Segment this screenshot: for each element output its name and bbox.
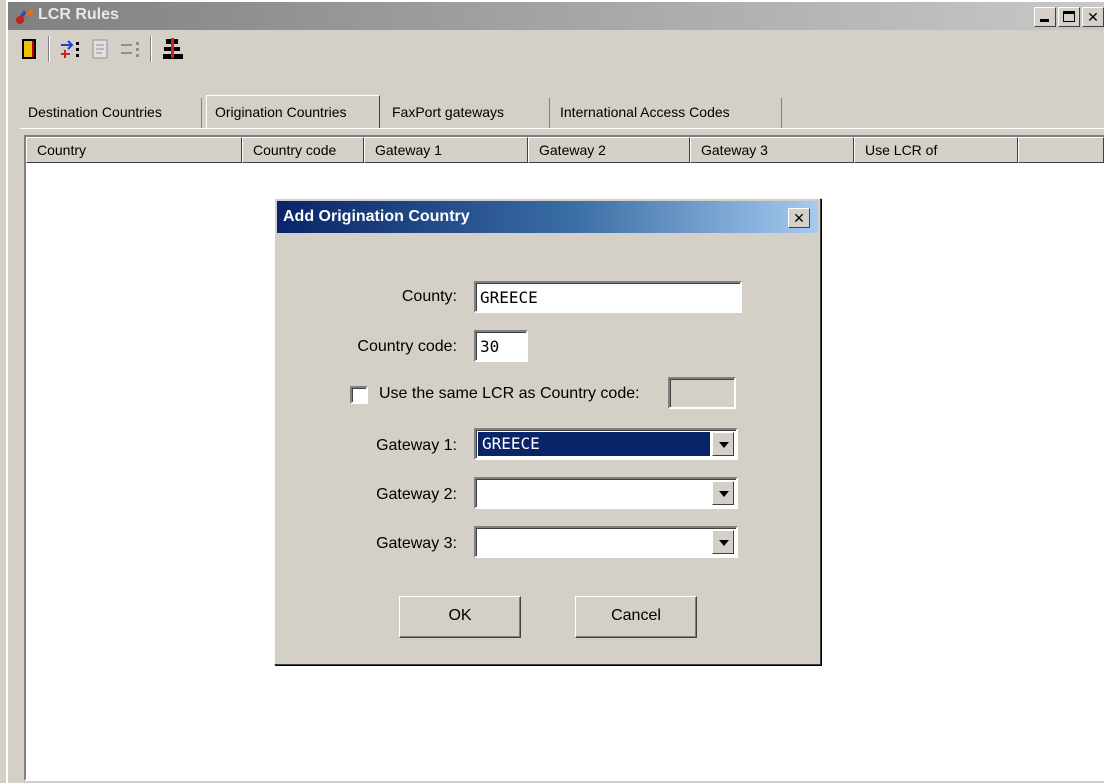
same-lcr-label: Use the same LCR as Country code: [379, 385, 640, 402]
gateway-1-value: GREECE [477, 431, 711, 457]
country-code-field[interactable]: 30 [474, 330, 528, 362]
tab-label: Destination Countries [28, 104, 162, 120]
tab-label: FaxPort gateways [392, 104, 505, 120]
column-header-gateway-2[interactable]: Gateway 2 [528, 137, 690, 163]
column-header-gateway-1[interactable]: Gateway 1 [364, 137, 528, 163]
minimize-icon [1040, 19, 1049, 22]
same-lcr-country-code-field[interactable] [668, 377, 736, 409]
gateway-3-select[interactable] [474, 526, 738, 558]
close-icon: ✕ [1087, 9, 1099, 25]
tab-label: International Access Codes [560, 104, 730, 120]
title-bar[interactable]: LCR Rules ✕ [8, 2, 1104, 30]
list-header: Country Country code Gateway 1 Gateway 2… [26, 137, 1104, 163]
close-button[interactable]: ✕ [1082, 7, 1104, 27]
dialog-title-bar[interactable]: Add Origination Country ✕ [277, 201, 818, 233]
tab-origination-countries[interactable]: Origination Countries [206, 95, 380, 128]
app-icon [16, 8, 34, 24]
exit-icon[interactable] [16, 36, 42, 62]
column-header-gateway-3[interactable]: Gateway 3 [690, 137, 854, 163]
cancel-button[interactable]: Cancel [575, 596, 697, 638]
chevron-down-icon[interactable] [712, 432, 734, 456]
tab-international-access-codes[interactable]: International Access Codes [552, 98, 782, 128]
window-title: LCR Rules [38, 6, 119, 23]
column-label: Gateway 2 [539, 142, 606, 158]
gateway-2-label: Gateway 2: [376, 486, 457, 503]
toolbar-separator [48, 36, 50, 62]
column-header-country-code[interactable]: Country code [242, 137, 364, 163]
column-label: Country code [253, 142, 337, 158]
tab-faxport-gateways[interactable]: FaxPort gateways [384, 98, 550, 128]
edit-rule-icon[interactable] [88, 36, 114, 62]
gateway-1-label: Gateway 1: [376, 437, 457, 454]
ok-button[interactable]: OK [399, 596, 521, 638]
country-code-label: Country code: [357, 338, 457, 355]
maximize-button[interactable] [1058, 7, 1080, 27]
column-header-use-lcr-of[interactable]: Use LCR of [854, 137, 1018, 163]
dialog-title: Add Origination Country [283, 208, 470, 225]
toolbar [8, 32, 1104, 66]
tab-label: Origination Countries [215, 104, 347, 120]
country-label: County: [401, 288, 457, 305]
same-lcr-checkbox[interactable] [350, 386, 368, 404]
tab-divider [20, 128, 1104, 129]
close-icon: ✕ [793, 210, 805, 226]
toolbar-separator [150, 36, 152, 62]
maximize-icon [1063, 11, 1075, 22]
minimize-button[interactable] [1034, 7, 1056, 27]
chevron-down-icon[interactable] [712, 481, 734, 505]
gateway-2-select[interactable] [474, 477, 738, 509]
gateway-2-value [478, 481, 710, 505]
chevron-down-icon[interactable] [712, 530, 734, 554]
delete-rule-icon[interactable] [118, 36, 144, 62]
column-label: Gateway 3 [701, 142, 768, 158]
add-rule-icon[interactable] [58, 36, 84, 62]
lcr-tree-icon[interactable] [160, 36, 186, 62]
tab-destination-countries[interactable]: Destination Countries [20, 98, 202, 128]
gateway-1-select[interactable]: GREECE [474, 428, 738, 460]
column-header-country[interactable]: Country [26, 137, 242, 163]
column-label: Use LCR of [865, 142, 938, 158]
gateway-3-label: Gateway 3: [376, 535, 457, 552]
column-header-filler [1018, 137, 1104, 163]
country-field[interactable]: GREECE [474, 281, 742, 313]
gateway-3-value [478, 530, 710, 554]
add-origination-country-dialog: Add Origination Country ✕ County: GREECE… [274, 198, 821, 665]
column-label: Country [37, 142, 87, 158]
dialog-close-button[interactable]: ✕ [788, 208, 810, 228]
column-label: Gateway 1 [375, 142, 442, 158]
